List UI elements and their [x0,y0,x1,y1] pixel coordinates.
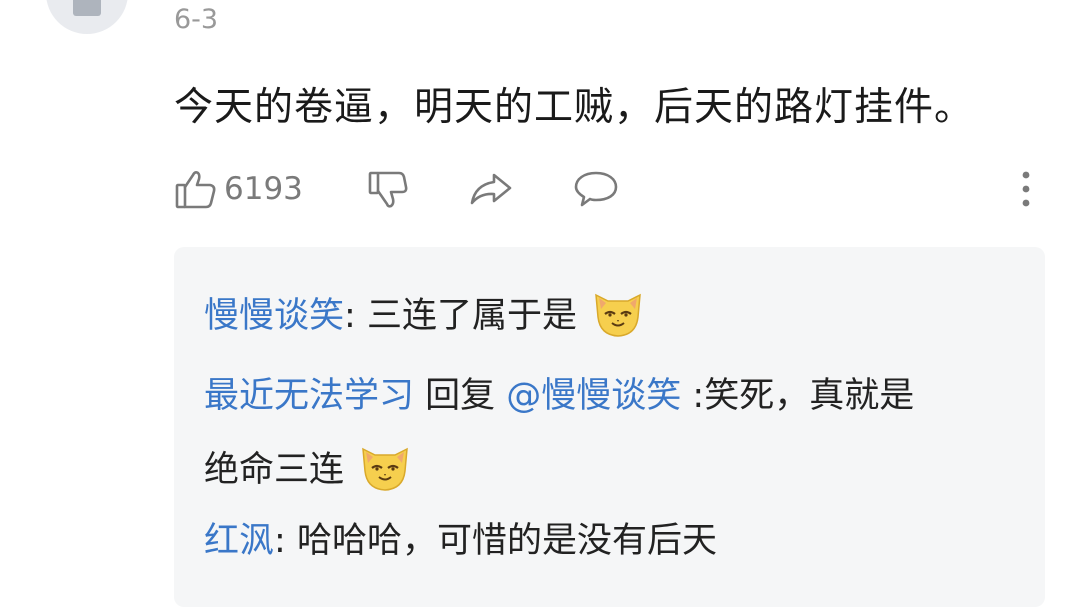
cat-emoji-icon [595,293,641,337]
dislike-button[interactable] [366,164,410,214]
comment-bubble-icon [574,171,618,207]
more-vertical-icon [1022,171,1030,207]
reply-text: 哈哈哈，可惜的是没有后天 [285,521,717,561]
reply-preview-box[interactable]: 慢慢谈笑: 三连了属于是 最近无法学习 回复 @慢慢谈笑 :笑死，真就是 绝命三… [174,247,1045,607]
reply-item[interactable]: 慢慢谈笑: 三连了属于是 [204,289,646,345]
reply-text: :笑死，真就是 [681,376,915,416]
more-options-button[interactable] [1016,164,1036,214]
thumb-up-icon [175,171,216,209]
thumb-down-icon [368,171,408,208]
reply-separator: : [344,296,356,336]
share-icon [470,173,512,205]
share-button[interactable] [468,164,514,214]
reply-text: 绝命三连 [204,450,345,490]
reply-item[interactable]: 最近无法学习 回复 @慢慢谈笑 :笑死，真就是 [204,375,914,417]
avatar-placeholder-icon [73,0,101,16]
comment-text: 今天的卷逼，明天的工贼，后天的路灯挂件。 [174,85,975,130]
comment-date: 6-3 [174,4,219,35]
reply-item[interactable]: 红沨: 哈哈哈，可惜的是没有后天 [204,520,717,562]
reply-word: 回复 [414,376,507,416]
avatar[interactable] [46,0,128,34]
reply-username[interactable]: 慢慢谈笑 [204,296,344,336]
reply-item-continued[interactable]: 绝命三连 [204,443,413,499]
reply-username[interactable]: 红沨 [204,521,274,561]
cat-emoji-icon [362,447,409,491]
reply-text: 三连了属于是 [355,296,577,336]
like-count: 6193 [224,171,303,207]
reply-separator: : [274,521,286,561]
reply-username[interactable]: 最近无法学习 [204,376,414,416]
comment-actions: 6193 [174,164,1044,214]
reply-mention[interactable]: @慢慢谈笑 [506,376,681,416]
reply-button[interactable] [572,164,620,214]
like-button[interactable]: 6193 [174,164,303,214]
